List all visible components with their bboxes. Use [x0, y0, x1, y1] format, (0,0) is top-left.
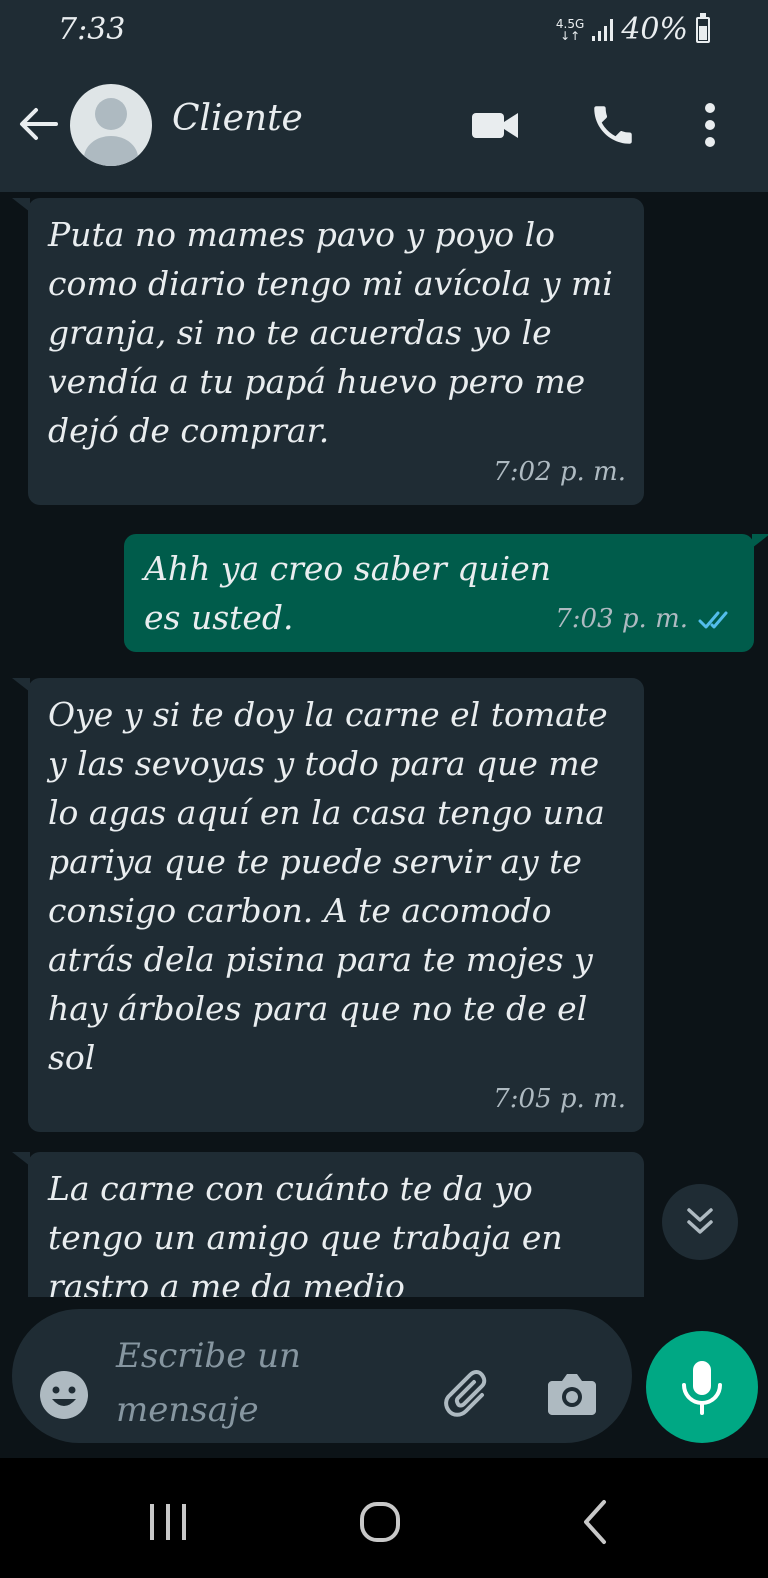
- message-meta: 7:03 p. m.: [555, 595, 736, 644]
- message-outgoing[interactable]: Ahh ya creo saber quien es usted. 7:03 p…: [124, 534, 768, 652]
- scroll-down-button[interactable]: [662, 1184, 738, 1260]
- composer: Escribe un mensaje: [0, 1297, 768, 1458]
- camera-icon[interactable]: [544, 1369, 600, 1419]
- message-text: La carne con cuánto te da yo tengo un am…: [48, 1169, 563, 1297]
- message-time: 7:03 p. m.: [555, 604, 688, 634]
- network-type: 4.5G: [555, 16, 585, 31]
- message-placeholder: Escribe un mensaje: [116, 1336, 301, 1430]
- message-text: Puta no mames pavo y poyo lo como diario…: [48, 215, 613, 450]
- home-icon[interactable]: [350, 1492, 410, 1552]
- message-input[interactable]: Escribe un mensaje: [12, 1309, 632, 1443]
- chat-header: Cliente: [0, 58, 768, 192]
- phone-icon[interactable]: [588, 100, 638, 150]
- status-indicators: 4.5G ↓↑ 40%: [556, 12, 710, 47]
- message-time: 7:05 p. m.: [493, 1084, 626, 1114]
- message-time: 7:02 p. m.: [493, 457, 626, 487]
- message-incoming[interactable]: Puta no mames pavo y poyo lo como diario…: [12, 198, 644, 505]
- attach-icon[interactable]: [442, 1367, 498, 1423]
- status-time: 7:33: [58, 12, 126, 47]
- more-vert-icon[interactable]: [690, 100, 730, 150]
- mic-button[interactable]: [646, 1331, 758, 1443]
- recent-apps-icon[interactable]: [138, 1492, 198, 1552]
- contact-name[interactable]: Cliente: [172, 98, 303, 139]
- chat-area[interactable]: Puta no mames pavo y poyo lo como diario…: [0, 192, 768, 1297]
- battery-percent: 40%: [621, 12, 688, 47]
- signal-icon: [592, 18, 614, 41]
- read-ticks-icon: [698, 611, 728, 628]
- status-bar: 7:33 4.5G ↓↑ 40%: [0, 0, 768, 58]
- message-incoming[interactable]: La carne con cuánto te da yo tengo un am…: [12, 1152, 644, 1297]
- message-meta: 7:05 p. m.: [493, 1075, 626, 1124]
- system-navigation-bar: [0, 1458, 768, 1578]
- double-chevron-down-icon: [687, 1208, 713, 1234]
- back-arrow-icon[interactable]: [16, 102, 60, 146]
- message-text: Ahh ya creo saber quien es usted.: [144, 549, 552, 637]
- video-call-icon[interactable]: [470, 100, 520, 150]
- back-icon[interactable]: [566, 1492, 626, 1552]
- battery-icon: [696, 12, 710, 43]
- message-text: Oye y si te doy la carne el tomate y las…: [48, 695, 608, 1077]
- mic-icon: [682, 1361, 722, 1415]
- message-meta: 7:02 p. m.: [493, 448, 626, 497]
- avatar-icon[interactable]: [70, 84, 152, 166]
- network-arrows-icon: 4.5G ↓↑: [555, 16, 585, 43]
- emoji-icon[interactable]: [38, 1369, 90, 1421]
- message-incoming[interactable]: Oye y si te doy la carne el tomate y las…: [12, 678, 644, 1132]
